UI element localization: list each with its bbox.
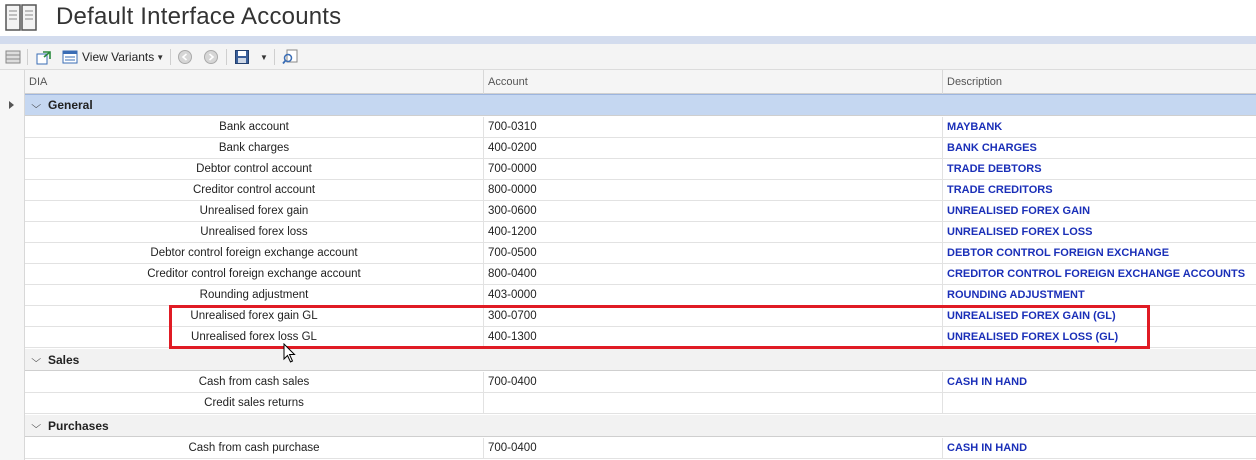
group-label: Sales: [48, 352, 80, 367]
dia-grid: DIA Account Description ⌵ General Bank a…: [0, 70, 1256, 460]
dia-cell: Debtor control account: [25, 159, 484, 179]
table-row[interactable]: Cash from cash sales 700-0400 CASH IN HA…: [25, 372, 1256, 393]
description-cell: CASH IN HAND: [947, 442, 1028, 454]
table-row[interactable]: Bank account 700-0310 MAYBANK: [25, 117, 1256, 138]
dia-cell: Bank account: [25, 117, 484, 137]
dia-cell: Cash from cash sales: [25, 372, 484, 392]
description-cell: BANK CHARGES: [947, 142, 1037, 154]
description-cell: UNREALISED FOREX LOSS (GL): [947, 331, 1119, 343]
search-icon[interactable]: [282, 48, 298, 66]
description-cell: DEBTOR CONTROL FOREIGN EXCHANGE: [947, 247, 1170, 259]
table-row[interactable]: Debtor control foreign exchange account …: [25, 243, 1256, 264]
table-row[interactable]: Debtor control account 700-0000 TRADE DE…: [25, 159, 1256, 180]
chevron-down-icon[interactable]: ⌵: [31, 354, 47, 365]
column-header-account[interactable]: Account: [484, 70, 943, 94]
dia-cell: Unrealised forex gain GL: [25, 306, 484, 326]
grid-icon[interactable]: [5, 48, 21, 66]
table-row[interactable]: Cash from cash purchase 700-0400 CASH IN…: [25, 438, 1256, 459]
export-icon[interactable]: [36, 48, 52, 66]
account-cell[interactable]: 300-0700: [484, 306, 943, 326]
description-cell: UNREALISED FOREX LOSS: [947, 226, 1093, 238]
dia-cell: Credit sales returns: [25, 393, 484, 413]
account-cell[interactable]: 700-0500: [484, 243, 943, 263]
table-row[interactable]: Bank charges 400-0200 BANK CHARGES: [25, 138, 1256, 159]
description-cell: MAYBANK: [947, 121, 1003, 133]
table-row[interactable]: Rounding adjustment 403-0000 ROUNDING AD…: [25, 285, 1256, 306]
account-cell[interactable]: 400-0200: [484, 138, 943, 158]
chevron-down-icon[interactable]: ⌵: [31, 100, 47, 111]
account-cell[interactable]: 400-1200: [484, 222, 943, 242]
group-label: Purchases: [48, 418, 109, 433]
book-icon: [5, 4, 37, 31]
table-row[interactable]: Unrealised forex gain 300-0600 UNREALISE…: [25, 201, 1256, 222]
toolbar-separator: [226, 49, 227, 65]
previous-icon[interactable]: [177, 48, 193, 66]
toolbar-separator: [170, 49, 171, 65]
description-cell: [943, 393, 1256, 413]
dropdown-icon[interactable]: ▼: [258, 48, 268, 66]
table-row[interactable]: Unrealised forex loss GL 400-1300 UNREAL…: [25, 327, 1256, 348]
row-indicator-column: [0, 70, 25, 460]
account-cell[interactable]: 700-0310: [484, 117, 943, 137]
column-header-description[interactable]: Description: [943, 70, 1256, 94]
account-cell[interactable]: 800-0000: [484, 180, 943, 200]
account-cell[interactable]: 700-0000: [484, 159, 943, 179]
column-header-dia[interactable]: DIA: [25, 70, 484, 94]
page-title: Default Interface Accounts: [56, 3, 342, 30]
chevron-down-icon[interactable]: ⌵: [31, 420, 47, 431]
dia-cell: Unrealised forex loss GL: [25, 327, 484, 347]
account-cell[interactable]: 700-0400: [484, 372, 943, 392]
grid-header: DIA Account Description: [25, 70, 1256, 94]
row-indicator-icon: [9, 101, 14, 109]
toolbar: View Variants ▼ ▼: [0, 44, 1256, 70]
toolbar-separator: [27, 49, 28, 65]
group-row-sales[interactable]: ⌵ Sales: [25, 349, 1256, 371]
view-variants-button[interactable]: View Variants ▼: [62, 48, 164, 66]
dia-cell: Creditor control foreign exchange accoun…: [25, 264, 484, 284]
toolbar-separator: [274, 49, 275, 65]
account-cell[interactable]: 300-0600: [484, 201, 943, 221]
account-cell[interactable]: [484, 393, 943, 413]
dia-cell: Cash from cash purchase: [25, 438, 484, 458]
description-cell: UNREALISED FOREX GAIN (GL): [947, 310, 1116, 322]
group-label: General: [48, 98, 93, 112]
view-variants-icon: [62, 50, 78, 64]
description-cell: ROUNDING ADJUSTMENT: [947, 289, 1085, 301]
description-cell: TRADE CREDITORS: [947, 184, 1053, 196]
dia-cell: Debtor control foreign exchange account: [25, 243, 484, 263]
description-cell: UNREALISED FOREX GAIN: [947, 205, 1091, 217]
save-icon[interactable]: [234, 48, 250, 66]
table-row[interactable]: Credit sales returns: [25, 393, 1256, 414]
group-row-purchases[interactable]: ⌵ Purchases: [25, 415, 1256, 437]
view-variants-label: View Variants: [82, 50, 155, 64]
mouse-cursor-icon: [283, 343, 296, 363]
table-row[interactable]: Creditor control account 800-0000 TRADE …: [25, 180, 1256, 201]
description-cell: CASH IN HAND: [947, 376, 1028, 388]
title-bar: Default Interface Accounts: [0, 0, 1256, 36]
dia-cell: Rounding adjustment: [25, 285, 484, 305]
title-divider: [0, 36, 1256, 44]
dia-cell: Creditor control account: [25, 180, 484, 200]
description-cell: TRADE DEBTORS: [947, 163, 1042, 175]
dia-cell: Unrealised forex gain: [25, 201, 484, 221]
dia-cell: Unrealised forex loss: [25, 222, 484, 242]
account-cell[interactable]: 800-0400: [484, 264, 943, 284]
table-row[interactable]: Unrealised forex gain GL 300-0700 UNREAL…: [25, 306, 1256, 327]
table-row[interactable]: Creditor control foreign exchange accoun…: [25, 264, 1256, 285]
account-cell[interactable]: 700-0400: [484, 438, 943, 458]
table-row[interactable]: Unrealised forex loss 400-1200 UNREALISE…: [25, 222, 1256, 243]
account-cell[interactable]: 403-0000: [484, 285, 943, 305]
next-icon[interactable]: [203, 48, 219, 66]
account-cell[interactable]: 400-1300: [484, 327, 943, 347]
chevron-down-icon: ▼: [156, 52, 165, 62]
dia-cell: Bank charges: [25, 138, 484, 158]
description-cell: CREDITOR CONTROL FOREIGN EXCHANGE ACCOUN…: [947, 268, 1246, 280]
group-row-general[interactable]: ⌵ General: [25, 94, 1256, 116]
